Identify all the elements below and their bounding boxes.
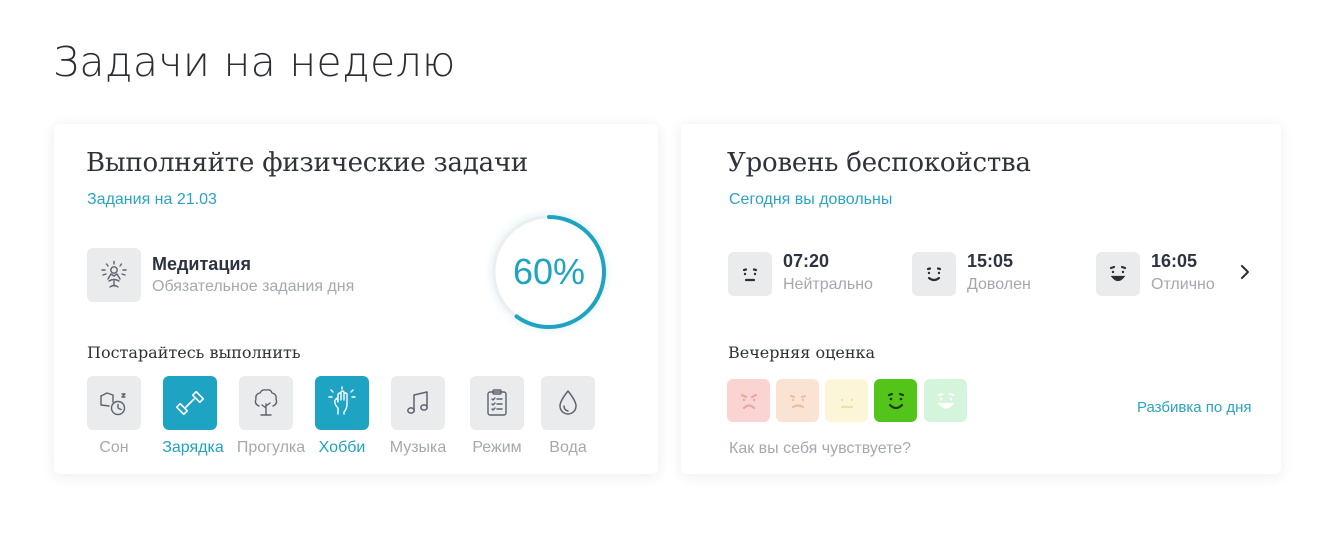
how-do-you-feel-prompt: Как вы себя чувствуете? (729, 440, 912, 457)
very-happy-face-icon (937, 392, 954, 409)
clipboard-icon (470, 376, 524, 430)
anxiety-card: Уровень беспокойства Сегодня вы довольны… (681, 124, 1281, 474)
neutral-face-icon (728, 252, 772, 296)
progress-percentage: 60% (512, 251, 586, 292)
physical-card-date: Задания на 21.03 (87, 191, 217, 208)
activity-label-hobby: Хобби (318, 439, 366, 456)
rating-option-sad[interactable] (727, 379, 770, 422)
rating-option-very-happy[interactable] (924, 379, 967, 422)
sleep-icon (87, 376, 141, 430)
neutral-face-icon (840, 398, 853, 408)
mood-time: 15:05 (967, 251, 1014, 271)
unhappy-face-icon (789, 394, 806, 408)
activity-label-music: Музыка (389, 439, 447, 456)
rating-option-happy[interactable] (874, 379, 917, 422)
activity-label-routine: Режим (472, 439, 522, 456)
activity-label-sleep: Сон (99, 439, 129, 456)
sad-face-icon (740, 393, 757, 409)
meditation-icon (87, 248, 141, 302)
happy-face-icon (887, 392, 904, 409)
mood-state: Отлично (1151, 276, 1215, 293)
progress-ring: 60% (487, 210, 611, 334)
main-task[interactable]: Медитация Обязательное задания дня (87, 248, 354, 302)
main-task-name: Медитация (152, 254, 251, 274)
daily-breakdown-link[interactable]: Разбивка по дня (1137, 399, 1252, 416)
music-note-icon (391, 376, 445, 430)
mood-state: Доволен (967, 276, 1031, 293)
content-face-icon (912, 252, 956, 296)
anxiety-card-subtitle: Сегодня вы довольны (729, 191, 893, 208)
chevron-right-icon[interactable] (1237, 260, 1253, 284)
anxiety-card-title: Уровень беспокойства (727, 148, 1031, 178)
hand-icon (315, 376, 369, 430)
activity-label-water: Вода (549, 439, 587, 456)
try-to-complete-label: Постарайтесь выполнить (87, 343, 301, 362)
water-drop-icon (541, 376, 595, 430)
rating-option-neutral[interactable] (825, 379, 868, 422)
activity-list: Сон Зарядка Прогулка Хобби Музыка Режим … (87, 376, 647, 466)
mood-time: 16:05 (1151, 251, 1198, 271)
activity-label-exercise: Зарядка (162, 439, 224, 456)
dumbbell-icon (163, 376, 217, 430)
mood-time: 07:20 (783, 251, 830, 271)
mood-timeline: 07:20 Нейтрально 15:05 Доволен 16:05 Отл… (728, 250, 1258, 300)
activity-label-walk: Прогулка (236, 439, 306, 456)
physical-card-title: Выполняйте физические задачи (86, 148, 529, 178)
evening-rating-label: Вечерняя оценка (728, 343, 876, 362)
main-task-description: Обязательное задания дня (152, 278, 355, 295)
tree-icon (239, 376, 293, 430)
happy-face-icon (1096, 252, 1140, 296)
mood-state: Нейтрально (783, 276, 873, 293)
rating-option-unhappy[interactable] (776, 379, 819, 422)
page-title: Задачи на неделю (53, 38, 456, 86)
physical-tasks-card: Выполняйте физические задачи Задания на … (54, 124, 658, 474)
